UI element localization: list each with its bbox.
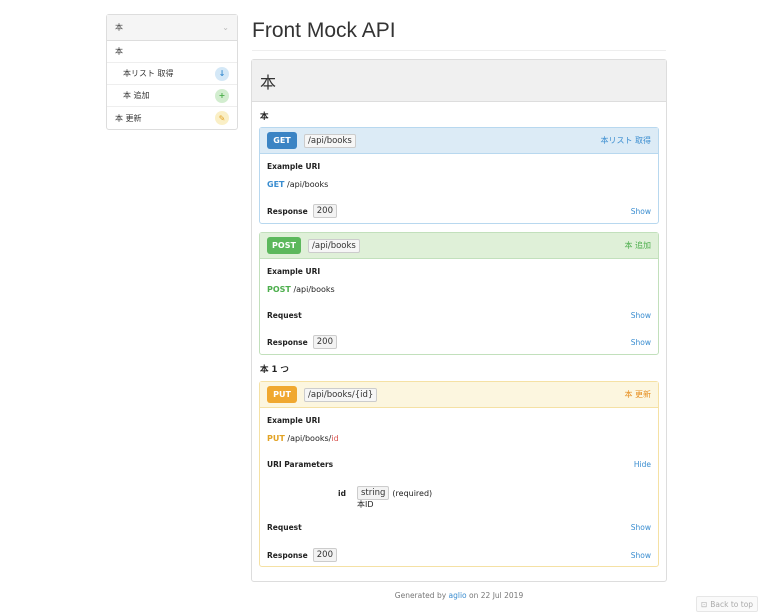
example-method: PUT <box>267 434 285 443</box>
request-label: Request <box>267 523 302 532</box>
action-put-book: PUT /api/books/{id} 本 更新 Example URI PUT… <box>259 381 659 567</box>
example-path: /api/books <box>293 285 335 294</box>
sidebar-group-label: 本 <box>115 47 123 56</box>
arrow-up-icon: ⊡ <box>700 599 708 609</box>
back-to-top-label: Back to top <box>710 599 754 609</box>
param-required: (required) <box>392 488 433 498</box>
footer: Generated by aglio on 22 Jul 2019 <box>252 591 666 600</box>
example-uri-label: Example URI <box>267 416 321 425</box>
sidebar-item-add-book[interactable]: 本 追加 + <box>107 85 237 107</box>
example-path: /api/books <box>287 180 329 189</box>
example-path: /api/books/ <box>287 434 332 443</box>
title-divider <box>252 50 666 51</box>
show-request-link[interactable]: Show <box>631 523 651 532</box>
sidebar-item-list-books[interactable]: 本リスト 取得 ↓ <box>107 63 237 85</box>
method-badge: PUT <box>267 386 297 403</box>
action-uri: /api/books <box>304 133 356 148</box>
action-post-books: POST /api/books 本 追加 Example URI POST /a… <box>259 232 659 355</box>
resource-group-heading: 本 <box>252 60 666 102</box>
action-name: 本 更新 <box>624 390 651 399</box>
action-get-books: GET /api/books 本リスト 取得 Example URI GET /… <box>259 127 659 224</box>
action-uri: /api/books <box>308 238 360 253</box>
footer-prefix: Generated by <box>394 591 447 600</box>
sidebar-header[interactable]: 本 ⌄ <box>107 15 237 41</box>
action-header[interactable]: PUT /api/books/{id} 本 更新 <box>260 382 658 408</box>
action-uri: /api/books/{id} <box>304 387 378 402</box>
resource-title-book: 本 1 つ <box>260 365 289 375</box>
action-header[interactable]: GET /api/books 本リスト 取得 <box>260 128 658 154</box>
example-method: POST <box>267 285 291 294</box>
chevron-down-icon[interactable]: ⌄ <box>222 23 229 32</box>
method-badge: GET <box>267 132 297 149</box>
action-header[interactable]: POST /api/books 本 追加 <box>260 233 658 259</box>
show-request-link[interactable]: Show <box>631 311 651 320</box>
sidebar-item-label: 本リスト 取得 <box>123 69 174 78</box>
response-code: 200 <box>312 548 337 562</box>
uri-parameters-label: URI Parameters <box>267 460 334 469</box>
sidebar-item-label: 本 更新 <box>115 113 142 123</box>
show-response-link[interactable]: Show <box>631 338 651 347</box>
response-label: Response <box>267 550 308 560</box>
param-type: string <box>357 486 390 500</box>
action-name: 本リスト 取得 <box>600 136 651 145</box>
param-name: id <box>338 488 346 498</box>
hide-parameters-link[interactable]: Hide <box>634 460 651 469</box>
example-uri-label: Example URI <box>267 162 321 171</box>
request-label: Request <box>267 311 302 320</box>
response-code: 200 <box>312 204 337 218</box>
method-badge: POST <box>267 237 301 254</box>
page-title: Front Mock API <box>252 19 396 42</box>
sidebar-header-label: 本 <box>115 23 123 32</box>
param-description: 本ID <box>357 500 374 509</box>
sidebar-item-label: 本 追加 <box>123 91 150 100</box>
footer-suffix: on 22 Jul 2019 <box>469 591 524 600</box>
example-uri-label: Example URI <box>267 267 321 276</box>
arrow-down-icon: ↓ <box>215 66 229 81</box>
back-to-top-button[interactable]: ⊡ Back to top <box>696 596 758 612</box>
response-code: 200 <box>312 335 337 349</box>
show-response-link[interactable]: Show <box>631 207 651 216</box>
plus-icon: + <box>215 88 229 103</box>
response-label: Response <box>267 206 308 216</box>
sidebar-group-books[interactable]: 本 <box>107 41 237 63</box>
example-param: id <box>331 434 339 443</box>
resource-title-books: 本 <box>260 112 269 122</box>
response-label: Response <box>267 337 308 347</box>
sidebar-item-update-book[interactable]: 本 更新 ✎ <box>107 107 237 129</box>
pencil-icon: ✎ <box>215 111 229 125</box>
aglio-link[interactable]: aglio <box>449 591 467 600</box>
sidebar-nav: 本 ⌄ 本 本リスト 取得 ↓ 本 追加 + 本 更新 ✎ <box>106 14 238 130</box>
action-name: 本 追加 <box>624 241 651 250</box>
show-response-link[interactable]: Show <box>631 551 651 560</box>
example-method: GET <box>267 180 285 189</box>
